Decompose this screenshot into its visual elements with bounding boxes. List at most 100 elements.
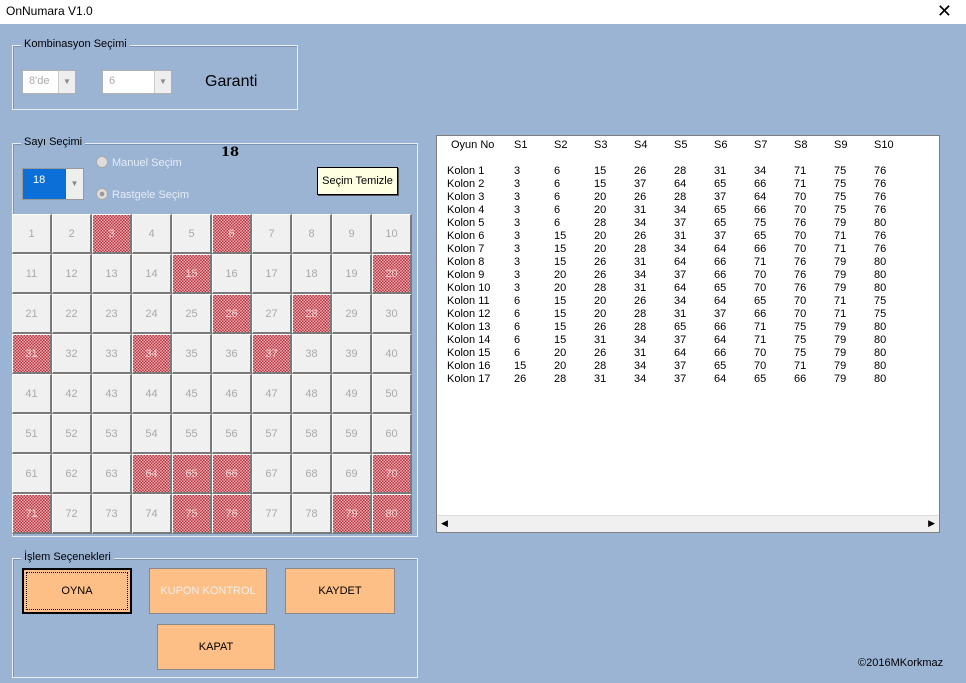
number-cell-76[interactable]: 76: [212, 494, 252, 534]
scroll-right-icon[interactable]: ▶: [928, 518, 935, 529]
number-cell-53[interactable]: 53: [92, 414, 132, 454]
number-cell-17[interactable]: 17: [252, 254, 292, 294]
number-cell-20[interactable]: 20: [372, 254, 412, 294]
number-cell-46[interactable]: 46: [212, 374, 252, 414]
number-cell-36[interactable]: 36: [212, 334, 252, 374]
guarantee-value: 6: [109, 75, 116, 87]
number-cell-16[interactable]: 16: [212, 254, 252, 294]
number-cell-23[interactable]: 23: [92, 294, 132, 334]
number-cell-59[interactable]: 59: [332, 414, 372, 454]
number-cell-13[interactable]: 13: [92, 254, 132, 294]
number-cell-80[interactable]: 80: [372, 494, 412, 534]
number-cell-19[interactable]: 19: [332, 254, 372, 294]
number-cell-50[interactable]: 50: [372, 374, 412, 414]
chevron-down-icon[interactable]: ▼: [66, 169, 83, 199]
number-cell-5[interactable]: 5: [172, 214, 212, 254]
number-cell-11[interactable]: 11: [12, 254, 52, 294]
number-cell-62[interactable]: 62: [52, 454, 92, 494]
number-cell-73[interactable]: 73: [92, 494, 132, 534]
oyna-button[interactable]: OYNA: [22, 568, 132, 614]
number-cell-15[interactable]: 15: [172, 254, 212, 294]
number-cell-77[interactable]: 77: [252, 494, 292, 534]
number-cell-37[interactable]: 37: [252, 334, 292, 374]
results-list[interactable]: Oyun No S1 S2 S3 S4 S5 S6 S7 S8 S9 S10 Kolon 1 3 6 15 2…: [436, 135, 940, 533]
number-cell-4[interactable]: 4: [132, 214, 172, 254]
number-cell-67[interactable]: 67: [252, 454, 292, 494]
guarantee-select[interactable]: 6 ▼: [102, 70, 172, 94]
number-cell-21[interactable]: 21: [12, 294, 52, 334]
cell-value: 70: [794, 243, 807, 255]
number-cell-49[interactable]: 49: [332, 374, 372, 414]
number-cell-55[interactable]: 55: [172, 414, 212, 454]
scroll-left-icon[interactable]: ◀: [441, 518, 448, 529]
number-cell-70[interactable]: 70: [372, 454, 412, 494]
number-cell-32[interactable]: 32: [52, 334, 92, 374]
number-cell-30[interactable]: 30: [372, 294, 412, 334]
number-cell-40[interactable]: 40: [372, 334, 412, 374]
number-cell-12[interactable]: 12: [52, 254, 92, 294]
number-cell-35[interactable]: 35: [172, 334, 212, 374]
number-cell-58[interactable]: 58: [292, 414, 332, 454]
number-cell-47[interactable]: 47: [252, 374, 292, 414]
number-cell-69[interactable]: 69: [332, 454, 372, 494]
number-cell-7[interactable]: 7: [252, 214, 292, 254]
number-cell-51[interactable]: 51: [12, 414, 52, 454]
chevron-down-icon[interactable]: ▼: [58, 71, 75, 93]
number-cell-44[interactable]: 44: [132, 374, 172, 414]
clear-selection-button[interactable]: Seçim Temizle: [317, 167, 398, 195]
number-cell-72[interactable]: 72: [52, 494, 92, 534]
number-cell-24[interactable]: 24: [132, 294, 172, 334]
number-cell-75[interactable]: 75: [172, 494, 212, 534]
horizontal-scrollbar[interactable]: ◀ ▶: [437, 515, 939, 532]
number-cell-56[interactable]: 56: [212, 414, 252, 454]
random-radio[interactable]: [96, 188, 108, 200]
close-icon[interactable]: ✕: [937, 1, 952, 22]
number-cell-74[interactable]: 74: [132, 494, 172, 534]
number-cell-28[interactable]: 28: [292, 294, 332, 334]
number-cell-42[interactable]: 42: [52, 374, 92, 414]
number-cell-68[interactable]: 68: [292, 454, 332, 494]
number-cell-54[interactable]: 54: [132, 414, 172, 454]
number-cell-18[interactable]: 18: [292, 254, 332, 294]
number-cell-14[interactable]: 14: [132, 254, 172, 294]
number-cell-33[interactable]: 33: [92, 334, 132, 374]
number-cell-39[interactable]: 39: [332, 334, 372, 374]
number-cell-64[interactable]: 64: [132, 454, 172, 494]
number-cell-61[interactable]: 61: [12, 454, 52, 494]
number-cell-79[interactable]: 79: [332, 494, 372, 534]
number-cell-66[interactable]: 66: [212, 454, 252, 494]
number-cell-2[interactable]: 2: [52, 214, 92, 254]
number-cell-65[interactable]: 65: [172, 454, 212, 494]
number-cell-9[interactable]: 9: [332, 214, 372, 254]
count-combo[interactable]: 18 ▼: [22, 168, 84, 200]
number-cell-41[interactable]: 41: [12, 374, 52, 414]
combination-select[interactable]: 8'de ▼: [22, 70, 76, 94]
manual-radio[interactable]: [96, 156, 108, 168]
kapat-button[interactable]: KAPAT: [157, 624, 275, 670]
number-cell-27[interactable]: 27: [252, 294, 292, 334]
number-cell-29[interactable]: 29: [332, 294, 372, 334]
number-cell-38[interactable]: 38: [292, 334, 332, 374]
kupon-kontrol-button[interactable]: KUPON KONTROL: [149, 568, 267, 614]
number-cell-6[interactable]: 6: [212, 214, 252, 254]
number-cell-3[interactable]: 3: [92, 214, 132, 254]
number-cell-71[interactable]: 71: [12, 494, 52, 534]
chevron-down-icon[interactable]: ▼: [154, 71, 171, 93]
number-cell-43[interactable]: 43: [92, 374, 132, 414]
number-cell-78[interactable]: 78: [292, 494, 332, 534]
number-cell-52[interactable]: 52: [52, 414, 92, 454]
number-cell-45[interactable]: 45: [172, 374, 212, 414]
kaydet-button[interactable]: KAYDET: [285, 568, 395, 614]
number-cell-63[interactable]: 63: [92, 454, 132, 494]
number-cell-25[interactable]: 25: [172, 294, 212, 334]
number-cell-60[interactable]: 60: [372, 414, 412, 454]
number-cell-31[interactable]: 31: [12, 334, 52, 374]
number-cell-57[interactable]: 57: [252, 414, 292, 454]
number-cell-34[interactable]: 34: [132, 334, 172, 374]
number-cell-8[interactable]: 8: [292, 214, 332, 254]
number-cell-26[interactable]: 26: [212, 294, 252, 334]
number-cell-22[interactable]: 22: [52, 294, 92, 334]
number-cell-1[interactable]: 1: [12, 214, 52, 254]
number-cell-48[interactable]: 48: [292, 374, 332, 414]
number-cell-10[interactable]: 10: [372, 214, 412, 254]
